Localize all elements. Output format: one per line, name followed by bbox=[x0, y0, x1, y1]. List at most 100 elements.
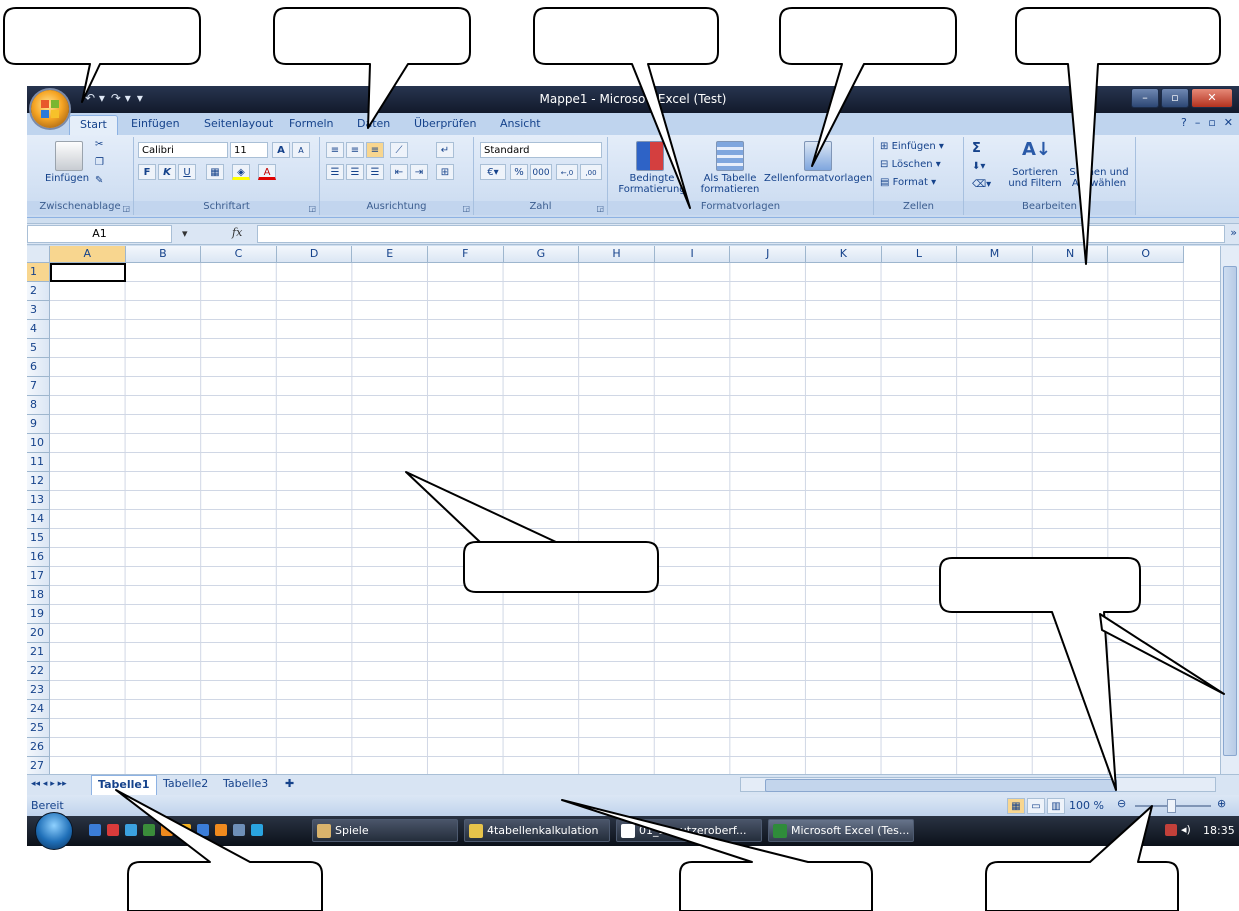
quicklaunch-icon-1[interactable] bbox=[107, 824, 119, 836]
column-header[interactable]: M bbox=[957, 246, 1033, 263]
row-header[interactable]: 2 bbox=[27, 282, 50, 301]
row-header[interactable]: 26 bbox=[27, 738, 50, 757]
tab-ueberpruefen[interactable]: Überprüfen bbox=[414, 117, 476, 130]
minimize-icon[interactable]: – bbox=[1131, 88, 1159, 108]
tab-ansicht[interactable]: Ansicht bbox=[500, 117, 541, 130]
orientation-icon[interactable]: ⟋ bbox=[390, 142, 408, 158]
align-top-icon[interactable]: ≡ bbox=[326, 142, 344, 158]
grow-font-button[interactable]: A bbox=[272, 142, 290, 158]
formula-input[interactable] bbox=[257, 225, 1225, 243]
horizontal-scroll-thumb[interactable] bbox=[765, 779, 1117, 792]
row-header[interactable]: 17 bbox=[27, 567, 50, 586]
taskbar-item-tabellenkalkulation[interactable]: 4tabellenkalkulation bbox=[464, 819, 610, 842]
horizontal-scrollbar[interactable] bbox=[740, 777, 1216, 792]
taskbar-item-excel[interactable]: Microsoft Excel (Tes... bbox=[768, 819, 914, 842]
align-middle-icon[interactable]: ≡ bbox=[346, 142, 364, 158]
taskbar-item-benutzeroberflaeche[interactable]: 01_Benutzeroberf... bbox=[616, 819, 762, 842]
shrink-font-button[interactable]: A bbox=[292, 142, 310, 158]
quicklaunch-icon-2[interactable] bbox=[125, 824, 137, 836]
row-header[interactable]: 25 bbox=[27, 719, 50, 738]
format-cells-button[interactable]: ▤ Format ▾ bbox=[880, 177, 936, 188]
help-icon[interactable]: ? bbox=[1181, 116, 1187, 129]
tab-start[interactable]: Start bbox=[69, 115, 118, 135]
name-box-dropdown-icon[interactable]: ▾ bbox=[182, 227, 188, 240]
clear-icon[interactable]: ⌫▾ bbox=[972, 179, 991, 190]
cell-styles-icon[interactable] bbox=[804, 141, 832, 171]
cut-icon[interactable]: ✂ bbox=[95, 139, 103, 150]
row-header[interactable]: 24 bbox=[27, 700, 50, 719]
firefox-icon[interactable] bbox=[161, 824, 173, 836]
column-header[interactable]: G bbox=[503, 246, 580, 263]
number-launcher-icon[interactable]: ◲ bbox=[596, 204, 604, 213]
format-as-table-button[interactable]: Als Tabelle formatieren bbox=[692, 173, 768, 195]
copy-icon[interactable]: ❐ bbox=[95, 157, 104, 168]
sheet-tab-tabelle3[interactable]: Tabelle3 bbox=[217, 775, 274, 794]
font-color-icon[interactable]: A bbox=[258, 164, 276, 180]
bold-button[interactable]: F bbox=[138, 164, 156, 180]
vertical-scrollbar[interactable] bbox=[1220, 246, 1239, 774]
insert-function-icon[interactable]: fx bbox=[232, 226, 242, 239]
underline-button[interactable]: U bbox=[178, 164, 196, 180]
percent-button[interactable]: % bbox=[510, 164, 528, 180]
page-layout-view-icon[interactable]: ▭ bbox=[1027, 798, 1045, 814]
page-break-view-icon[interactable]: ▥ bbox=[1047, 798, 1065, 814]
row-header[interactable]: 1 bbox=[27, 263, 50, 282]
quicklaunch-icon-8[interactable] bbox=[233, 824, 245, 836]
tab-einfuegen[interactable]: Einfügen bbox=[131, 117, 180, 130]
row-header[interactable]: 18 bbox=[27, 586, 50, 605]
vertical-scroll-thumb[interactable] bbox=[1223, 266, 1237, 756]
row-header[interactable]: 22 bbox=[27, 662, 50, 681]
row-header[interactable]: 21 bbox=[27, 643, 50, 662]
zoom-slider-thumb[interactable] bbox=[1167, 799, 1176, 813]
row-header[interactable]: 15 bbox=[27, 529, 50, 548]
italic-button[interactable]: K bbox=[158, 164, 176, 180]
row-header[interactable]: 6 bbox=[27, 358, 50, 377]
row-header[interactable]: 9 bbox=[27, 415, 50, 434]
taskbar-item-spiele[interactable]: Spiele bbox=[312, 819, 458, 842]
tab-formeln[interactable]: Formeln bbox=[289, 117, 334, 130]
increase-decimal-button[interactable]: ←,0 bbox=[556, 164, 578, 180]
sheet-tab-tabelle1[interactable]: Tabelle1 bbox=[91, 775, 157, 796]
currency-icon[interactable]: €▾ bbox=[480, 164, 506, 180]
cell-styles-button[interactable]: Zellenformatvorlagen bbox=[764, 173, 872, 184]
align-right-icon[interactable]: ☰ bbox=[366, 164, 384, 180]
close-icon[interactable]: ✕ bbox=[1191, 88, 1233, 108]
fill-color-icon[interactable]: ◈ bbox=[232, 164, 250, 180]
number-format-select[interactable]: Standard bbox=[480, 142, 602, 158]
active-cell[interactable] bbox=[50, 263, 126, 282]
find-select-icon[interactable]: ⚲ bbox=[1082, 139, 1095, 160]
zoom-out-icon[interactable]: ⊖ bbox=[1117, 797, 1126, 810]
paste-button[interactable]: Einfügen bbox=[45, 173, 89, 184]
row-header[interactable]: 8 bbox=[27, 396, 50, 415]
column-header[interactable]: J bbox=[730, 246, 806, 263]
volume-icon[interactable]: ◂) bbox=[1181, 823, 1191, 836]
sort-filter-button[interactable]: Sortieren und Filtern bbox=[1004, 167, 1066, 189]
quicklaunch-icon-6[interactable] bbox=[197, 824, 209, 836]
insert-sheet-icon[interactable]: ✚ bbox=[279, 775, 300, 794]
column-header[interactable]: I bbox=[654, 246, 731, 263]
zoom-level[interactable]: 100 % bbox=[1069, 799, 1104, 812]
row-header[interactable]: 14 bbox=[27, 510, 50, 529]
sort-filter-icon[interactable]: A↓ bbox=[1022, 139, 1051, 160]
close-workbook-icon[interactable]: ✕ bbox=[1224, 116, 1233, 129]
thousands-button[interactable]: 000 bbox=[530, 164, 552, 180]
row-header[interactable]: 19 bbox=[27, 605, 50, 624]
column-header[interactable]: D bbox=[276, 246, 353, 263]
select-all-corner[interactable] bbox=[27, 246, 50, 263]
column-header[interactable]: L bbox=[881, 246, 958, 263]
clipboard-launcher-icon[interactable]: ◲ bbox=[122, 204, 130, 213]
wrap-text-icon[interactable]: ↵ bbox=[436, 142, 454, 158]
alignment-launcher-icon[interactable]: ◲ bbox=[462, 204, 470, 213]
row-header[interactable]: 10 bbox=[27, 434, 50, 453]
row-header[interactable]: 16 bbox=[27, 548, 50, 567]
column-header[interactable]: H bbox=[579, 246, 655, 263]
tab-daten[interactable]: Daten bbox=[357, 117, 390, 130]
align-bottom-icon[interactable]: ≡ bbox=[366, 142, 384, 158]
border-icon[interactable]: ▦ bbox=[206, 164, 224, 180]
align-left-icon[interactable]: ☰ bbox=[326, 164, 344, 180]
office-button[interactable] bbox=[31, 90, 69, 128]
format-as-table-icon[interactable] bbox=[716, 141, 744, 171]
ie-icon[interactable] bbox=[251, 824, 263, 836]
start-orb-icon[interactable] bbox=[35, 812, 73, 850]
paste-icon[interactable] bbox=[55, 141, 83, 171]
